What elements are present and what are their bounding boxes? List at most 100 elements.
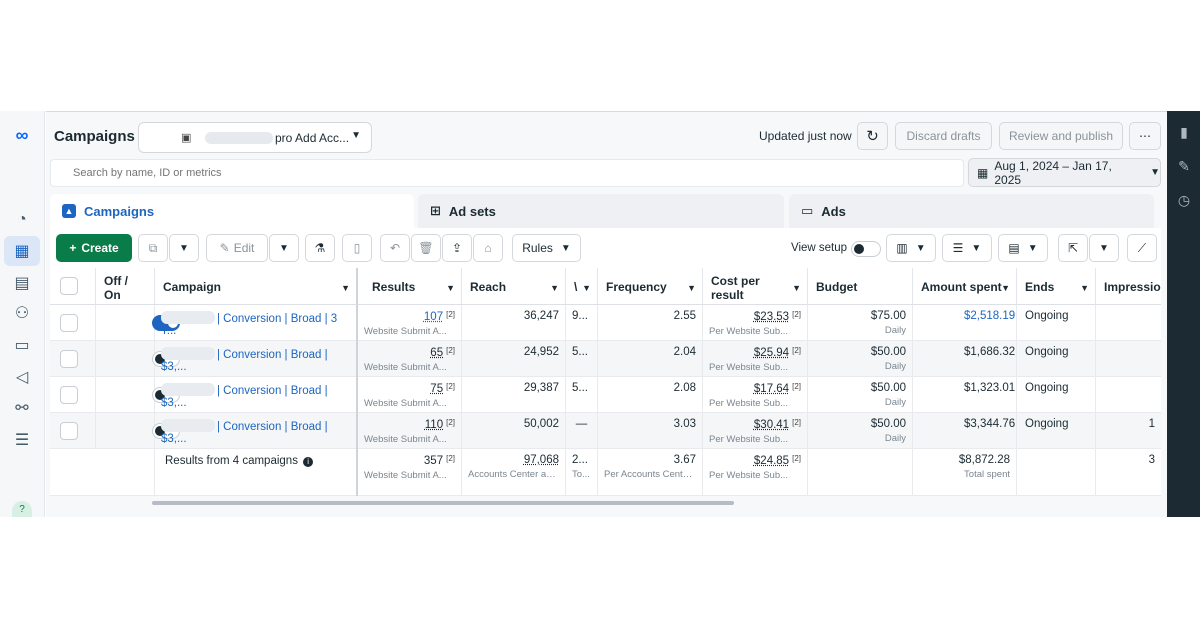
card-icon[interactable]: ▭ (10, 333, 34, 357)
page-title: Campaigns (54, 128, 135, 145)
select-all-checkbox[interactable] (60, 277, 78, 295)
tab-campaigns[interactable]: ▲ Campaigns (50, 194, 414, 228)
cpr-value: $25.94 (753, 347, 790, 359)
chart-icon[interactable]: ▮ (1175, 123, 1193, 141)
charts-button[interactable]: ⟋ (1127, 234, 1157, 262)
impressions-cell: 1 (1148, 418, 1155, 430)
create-button[interactable]: + Create (56, 234, 132, 262)
results-value[interactable]: 107 (424, 311, 443, 323)
share-icon: ⇱ (1067, 241, 1079, 255)
results-value[interactable]: 65 (430, 347, 443, 359)
network-icon[interactable]: ⚯ (10, 396, 34, 420)
discard-drafts-button[interactable]: Discard drafts (895, 122, 992, 150)
date-range-picker[interactable]: ▦ Aug 1, 2024 – Jan 17, 2025 ▼ (968, 158, 1161, 187)
tab-label: Ads (821, 203, 846, 219)
row-checkbox[interactable] (60, 386, 78, 404)
header-results[interactable]: Results ▼ (358, 268, 462, 305)
header-col5[interactable]: \ ▼ (566, 268, 598, 305)
account-selector[interactable]: ▣ pro Add Acc... ▼ (138, 122, 372, 153)
search-input[interactable] (73, 167, 773, 179)
header-frequency[interactable]: Frequency ▼ (598, 268, 703, 305)
toggle-cell (96, 413, 180, 449)
breakdown-button[interactable]: ☰ ▼ (942, 234, 992, 262)
pencil-icon[interactable]: ✎ (1175, 157, 1193, 175)
menu-icon[interactable]: ☰ (10, 428, 34, 452)
edit-dropdown[interactable]: ▼ (269, 234, 299, 262)
delete-button[interactable]: 🗑 (411, 234, 441, 262)
edit-button[interactable]: ✎ Edit (206, 234, 268, 262)
spent-cell: $2,518.19 (913, 305, 1017, 341)
review-publish-button[interactable]: Review and publish (999, 122, 1123, 150)
cpr-cell: $23.53 [2] Per Website Sub... (703, 305, 808, 341)
header-budget[interactable]: Budget (808, 268, 913, 305)
totals-spent-sub: Total spent (964, 469, 1010, 480)
header-off-on[interactable]: Off / On (96, 268, 155, 305)
duplicate-dropdown[interactable]: ▼ (169, 234, 199, 262)
header-reach[interactable]: Reach ▼ (462, 268, 566, 305)
undo-button[interactable]: ↶ (380, 234, 410, 262)
header-impressions[interactable]: Impression (1096, 268, 1161, 305)
columns-button[interactable]: ▥ ▼ (886, 234, 936, 262)
totals-spacer (808, 449, 913, 496)
tab-ads[interactable]: ▭ Ads (789, 194, 1154, 228)
table-icon[interactable]: ▦ (10, 239, 34, 263)
clipboard-button[interactable]: ▯ (342, 234, 372, 262)
totals-cpr-sub: Per Website Sub... (709, 470, 789, 481)
spent-cell: $3,344.76 (913, 413, 1017, 449)
row-checkbox[interactable] (60, 422, 78, 440)
totals-row: Results from 4 campaigns i 357 [2] Website… (50, 449, 1161, 496)
gauge-icon[interactable]: ◔ (10, 208, 34, 232)
people-icon[interactable]: ⚇ (10, 301, 34, 325)
col5-cell: — (566, 413, 598, 449)
export-button[interactable]: ⇪ (442, 234, 472, 262)
budget-cell: $50.00 Daily (808, 377, 913, 413)
table-row[interactable]: | Conversion | Broad | $3,... 65 [2] Websi… (50, 341, 1161, 377)
results-value[interactable]: 110 (425, 419, 443, 431)
share-dropdown[interactable]: ▼ (1089, 234, 1119, 262)
campaign-name-cell: | Conversion | Broad | $3,... (155, 377, 358, 413)
header-cost-per-result[interactable]: Cost per result ▼ (703, 268, 808, 305)
totals-spent-cell: $8,872.28 Total spent (913, 449, 1017, 496)
row-checkbox[interactable] (60, 314, 78, 332)
header-campaign[interactable]: Campaign ▼ (155, 268, 358, 305)
reach-cell: 50,002 (462, 413, 566, 449)
info-icon[interactable]: i (303, 457, 314, 467)
search-bar[interactable] (50, 159, 964, 187)
spent-value[interactable]: $2,518.19 (964, 310, 1015, 322)
table-row[interactable]: | Conversion | Broad | 3 T... 107 [2] Webs… (50, 305, 1161, 341)
more-button[interactable]: ⋯ (1129, 122, 1161, 150)
spent-cell: $1,686.32 (913, 341, 1017, 377)
header-ends[interactable]: Ends ▼ (1017, 268, 1096, 305)
view-setup-toggle[interactable] (851, 241, 881, 257)
row-checkbox[interactable] (60, 350, 78, 368)
horizontal-scrollbar[interactable] (152, 501, 734, 505)
frequency-cell: 2.04 (598, 341, 703, 377)
header-select-all (50, 268, 96, 305)
meta-logo-icon[interactable]: ∞ (10, 123, 34, 147)
reach-cell: 29,387 (462, 377, 566, 413)
refresh-button[interactable]: ↻ (857, 122, 888, 150)
megaphone-icon[interactable]: ◁ (10, 365, 34, 389)
rules-button[interactable]: Rules ▼ (512, 234, 581, 262)
ad-icon: ▭ (801, 203, 814, 218)
footnote-2: [2] (446, 418, 455, 427)
share-button[interactable]: ⇱ (1058, 234, 1088, 262)
pages-icon[interactable]: ▤ (10, 271, 34, 295)
budget-cell: $50.00 Daily (808, 413, 913, 449)
table-row[interactable]: | Conversion | Broad | $3,... 75 [2] Websi… (50, 377, 1161, 413)
results-cell: 75 [2] Website Submit A... (358, 377, 462, 413)
header-amount-spent[interactable]: Amount spent ▼ (913, 268, 1017, 305)
ab-test-button[interactable]: ⚗ (305, 234, 335, 262)
tag-button[interactable]: ⌂ (473, 234, 503, 262)
reports-button[interactable]: ▤ ▼ (998, 234, 1048, 262)
create-label: Create (81, 241, 119, 255)
totals-impressions-cell: 3 (1148, 454, 1155, 466)
results-sub: Website Submit A... (364, 326, 447, 337)
table-row[interactable]: | Conversion | Broad | $3,... 110 [2] Webs… (50, 413, 1161, 449)
help-icon[interactable]: ? (12, 501, 32, 517)
clock-icon[interactable]: ◷ (1175, 191, 1193, 209)
duplicate-button[interactable]: ⧉ (138, 234, 168, 262)
impressions-cell (1096, 305, 1161, 341)
tab-ad-sets[interactable]: ⊞ Ad sets (418, 194, 784, 228)
results-value[interactable]: 75 (430, 383, 443, 395)
